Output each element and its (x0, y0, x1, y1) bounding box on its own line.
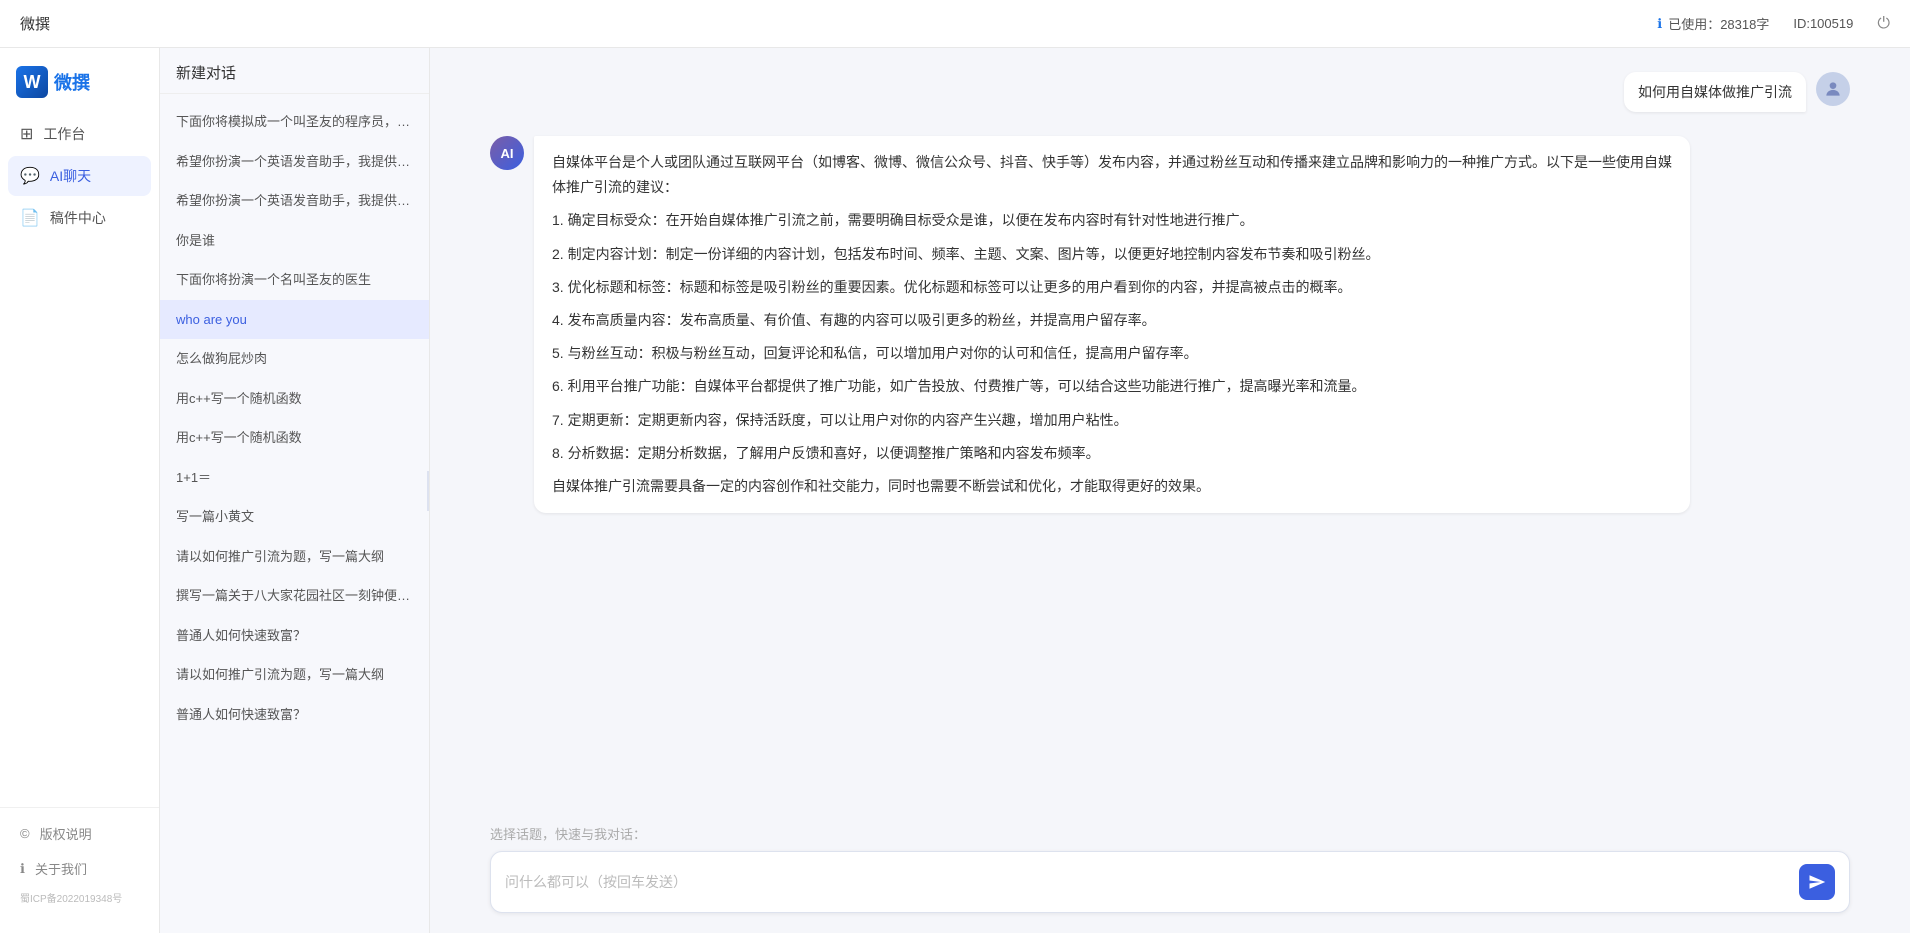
user-message: 如何用自媒体做推广引流 (490, 72, 1850, 124)
sidebar-item-label: 工作台 (43, 124, 85, 144)
id-info: ID:100519 (1793, 16, 1853, 31)
topbar-right: ℹ 已使用：28318字 ID:100519 ⏻ (1657, 14, 1890, 33)
chat-input-area: 选择话题，快速与我对话： (430, 812, 1910, 933)
chat-list-item[interactable]: 希望你扮演一个英语发音助手，我提供给你... (160, 181, 429, 221)
logo-text: 微撰 (54, 69, 90, 95)
send-button[interactable] (1799, 864, 1835, 900)
chat-list-item[interactable]: 怎么做狗屁炒肉 (160, 339, 429, 379)
ai-avatar: AI (490, 136, 524, 170)
chat-list-item[interactable]: 请以如何推广引流为题，写一篇大纲 (160, 655, 429, 695)
sidebar-bottom-label: 关于我们 (35, 859, 87, 878)
ai-message-text: 自媒体平台是个人或团队通过互联网平台（如博客、微博、微信公众号、抖音、快手等）发… (534, 136, 1690, 513)
sidebar-item-drafts[interactable]: 📄 稿件中心 (8, 198, 151, 238)
workspace-icon: ⊞ (20, 124, 33, 144)
chat-list-item[interactable]: 你是谁 (160, 221, 429, 261)
chat-list-scroll[interactable]: 下面你将模拟成一个叫圣友的程序员，我说...希望你扮演一个英语发音助手，我提供给… (160, 94, 429, 933)
chat-list-item[interactable]: 用c++写一个随机函数 (160, 379, 429, 419)
user-avatar (1816, 72, 1850, 106)
info-icon: ℹ (1657, 16, 1662, 32)
input-box (490, 851, 1850, 913)
drafts-icon: 📄 (20, 208, 40, 228)
sidebar: W 微撰 ⊞ 工作台 💬 AI聊天 📄 稿件中心 © 版权说明 ℹ (0, 48, 160, 933)
sidebar-logo: W 微撰 (0, 60, 159, 114)
logo-mark: W (16, 66, 48, 98)
chat-list-item[interactable]: who are you (160, 300, 429, 340)
chat-messages: 如何用自媒体做推广引流 AI 自媒体平台是个人或团队通过互联网平台（如博客、微博… (430, 48, 1910, 812)
sidebar-item-copyright[interactable]: © 版权说明 (8, 816, 151, 851)
main-layout: W 微撰 ⊞ 工作台 💬 AI聊天 📄 稿件中心 © 版权说明 ℹ (0, 48, 1910, 933)
chat-input[interactable] (505, 874, 1789, 890)
collapse-button[interactable]: ◀ (427, 471, 430, 511)
sidebar-item-label: AI聊天 (50, 166, 91, 186)
chat-list-item[interactable]: 希望你扮演一个英语发音助手，我提供给你... (160, 142, 429, 182)
sidebar-item-ai-chat[interactable]: 💬 AI聊天 (8, 156, 151, 196)
icp-text: 蜀ICP备2022019348号 (8, 886, 151, 913)
sidebar-bottom-label: 版权说明 (40, 824, 92, 843)
topbar-title: 微撰 (20, 13, 1657, 34)
chat-list-header[interactable]: 新建对话 (160, 48, 429, 94)
user-message-text: 如何用自媒体做推广引流 (1624, 72, 1806, 112)
usage-info: ℹ 已使用：28318字 (1657, 14, 1769, 33)
power-icon[interactable]: ⏻ (1877, 15, 1890, 33)
chat-list-item[interactable]: 撰写一篇关于八大家花园社区一刻钟便民生... (160, 576, 429, 616)
sidebar-item-label: 稿件中心 (50, 208, 106, 228)
sidebar-item-workspace[interactable]: ⊞ 工作台 (8, 114, 151, 154)
chat-list-panel: 新建对话 下面你将模拟成一个叫圣友的程序员，我说...希望你扮演一个英语发音助手… (160, 48, 430, 933)
chat-icon: 💬 (20, 166, 40, 186)
chat-list-item[interactable]: 普通人如何快速致富？ (160, 695, 429, 735)
usage-text: 已使用：28318字 (1668, 14, 1769, 33)
sidebar-bottom: © 版权说明 ℹ 关于我们 蜀ICP备2022019348号 (0, 807, 159, 921)
sidebar-item-about[interactable]: ℹ 关于我们 (8, 851, 151, 886)
about-icon: ℹ (20, 861, 25, 877)
chat-list-item[interactable]: 普通人如何快速致富？ (160, 616, 429, 656)
ai-message: AI 自媒体平台是个人或团队通过互联网平台（如博客、微博、微信公众号、抖音、快手… (490, 136, 1850, 513)
chat-list-item[interactable]: 请以如何推广引流为题，写一篇大纲 (160, 537, 429, 577)
chat-list-item[interactable]: 写一篇小黄文 (160, 497, 429, 537)
topbar: 微撰 ℹ 已使用：28318字 ID:100519 ⏻ (0, 0, 1910, 48)
chat-list-item[interactable]: 用c++写一个随机函数 (160, 418, 429, 458)
chat-list-item[interactable]: 1+1＝ (160, 458, 429, 498)
chat-topics-label: 选择话题，快速与我对话： (490, 824, 1850, 843)
copyright-icon: © (20, 826, 30, 841)
chat-list-item[interactable]: 下面你将扮演一个名叫圣友的医生 (160, 260, 429, 300)
chat-list-item[interactable]: 下面你将模拟成一个叫圣友的程序员，我说... (160, 102, 429, 142)
sidebar-nav: ⊞ 工作台 💬 AI聊天 📄 稿件中心 (0, 114, 159, 807)
chat-main: 如何用自媒体做推广引流 AI 自媒体平台是个人或团队通过互联网平台（如博客、微博… (430, 48, 1910, 933)
